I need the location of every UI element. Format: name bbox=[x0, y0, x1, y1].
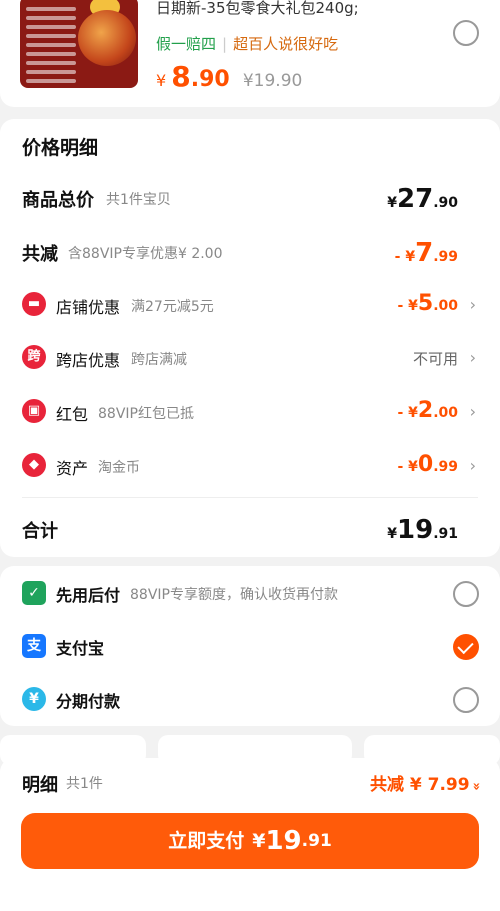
row-cross-store-discount[interactable]: 跨 跨店优惠 跨店满减 不可用 › bbox=[0, 338, 500, 378]
price-detail-card: 价格明细 商品总价 共1件宝贝 ¥27.90 共减 含88VIP专享优惠¥ 2.… bbox=[0, 119, 500, 557]
checkout-bar: 明细 共1件 共减 ¥ 7.99» 立即支付 ¥19.91 bbox=[0, 758, 500, 911]
pay-now-button[interactable]: 立即支付 ¥19.91 bbox=[21, 813, 479, 869]
row-assets[interactable]: ◆ 资产 淘金币 - ¥0.99 › bbox=[0, 446, 500, 486]
item-count: 共1件 bbox=[66, 776, 103, 792]
row-total-price: 商品总价 共1件宝贝 ¥27.90 bbox=[22, 184, 458, 214]
bag-icon: ✓ bbox=[22, 581, 46, 605]
original-price: ¥19.90 bbox=[242, 71, 303, 91]
product-card[interactable]: 日期新-35包零食大礼包240g; 假一赔四 | 超百人说很好吃 ¥ 8.90 ¥1… bbox=[0, 0, 500, 107]
chevron-right-icon: › bbox=[469, 348, 476, 367]
assets-value: - ¥0.99 bbox=[397, 452, 458, 477]
alipay-radio-selected[interactable] bbox=[453, 634, 479, 660]
cross-store-icon: 跨 bbox=[22, 345, 46, 369]
tag-separator: | bbox=[222, 35, 228, 53]
red-packet-icon: ▣ bbox=[22, 399, 46, 423]
detail-label[interactable]: 明细 bbox=[22, 771, 58, 797]
pay-later-radio[interactable] bbox=[453, 581, 479, 607]
row-total-reduction: 共减 含88VIP专享优惠¥ 2.00 - ¥7.99 bbox=[22, 238, 458, 268]
installment-icon: ¥ bbox=[22, 687, 46, 711]
product-select-radio[interactable] bbox=[453, 20, 479, 46]
chevron-right-icon: › bbox=[469, 295, 476, 314]
shop-coupon-icon: ▬ bbox=[22, 292, 46, 316]
installment-radio[interactable] bbox=[453, 687, 479, 713]
total-savings[interactable]: 共减 ¥ 7.99» bbox=[370, 770, 484, 795]
double-chevron-down-icon: » bbox=[468, 782, 484, 791]
section-title: 价格明细 bbox=[22, 137, 99, 159]
row-subtotal: 合计 ¥19.91 bbox=[22, 515, 458, 545]
payment-option-pay-later[interactable]: ✓ 先用后付 88VIP专享额度，确认收货再付款 bbox=[0, 569, 500, 619]
row-red-packet[interactable]: ▣ 红包 88VIP红包已抵 - ¥2.00 › bbox=[0, 392, 500, 432]
row-shop-discount[interactable]: ▬ 店铺优惠 满27元减5元 - ¥5.00 › bbox=[0, 285, 500, 325]
product-tags: 假一赔四 | 超百人说很好吃 bbox=[156, 33, 338, 54]
chevron-right-icon: › bbox=[469, 402, 476, 421]
total-price-value: ¥27.90 bbox=[387, 184, 458, 214]
shop-discount-value: - ¥5.00 bbox=[397, 291, 458, 316]
payment-methods-card: ✓ 先用后付 88VIP专享额度，确认收货再付款 支 支付宝 ¥ 分期付款 bbox=[0, 566, 500, 726]
alipay-icon: 支 bbox=[22, 634, 46, 658]
tag-guarantee: 假一赔四 bbox=[156, 35, 217, 53]
payment-option-alipay[interactable]: 支 支付宝 bbox=[0, 622, 500, 672]
red-packet-value: - ¥2.00 bbox=[397, 398, 458, 423]
subtotal-value: ¥19.91 bbox=[387, 515, 458, 545]
product-price: ¥ 8.90 ¥19.90 bbox=[156, 60, 303, 93]
payment-option-installment[interactable]: ¥ 分期付款 bbox=[0, 675, 500, 725]
tag-icon: ◆ bbox=[22, 453, 46, 477]
tag-reviews: 超百人说很好吃 bbox=[233, 35, 339, 53]
reduction-value: - ¥7.99 bbox=[394, 238, 458, 268]
chevron-right-icon: › bbox=[469, 456, 476, 475]
product-title: 日期新-35包零食大礼包240g; bbox=[156, 0, 359, 17]
divider bbox=[22, 497, 478, 498]
cross-store-value: 不可用 bbox=[412, 350, 458, 368]
product-thumbnail[interactable] bbox=[20, 0, 138, 88]
